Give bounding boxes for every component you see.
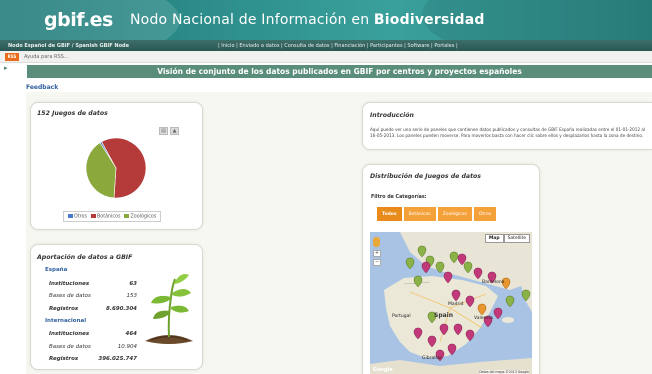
map-zoom-controls: + − xyxy=(373,237,381,268)
legend-item[interactable]: Otros xyxy=(68,213,87,220)
stat-label: Bases de datos xyxy=(49,293,91,299)
filter-tab-zoological[interactable]: Zoológicos xyxy=(437,207,472,221)
stat-value: 464 xyxy=(125,331,137,337)
datasets-map[interactable]: + − Map Satellite Barcelona Madrid Spain… xyxy=(370,232,532,374)
legend-label: Otros xyxy=(74,214,87,220)
map-type-toggle: Map Satellite xyxy=(484,234,530,243)
site-title-emphasis: Biodiversidad xyxy=(373,12,485,28)
introduction-text: Aquí puede ver una serie de paneles que … xyxy=(370,127,646,138)
distribution-panel[interactable]: Distribución de Juegos de datos Filtro d… xyxy=(362,164,540,374)
legend-swatch xyxy=(68,213,73,218)
chart-legend: Otros Botánicos Zoológicos xyxy=(63,211,162,222)
legend-item[interactable]: Zoológicos xyxy=(124,213,157,220)
map-label-spain: Spain xyxy=(434,312,453,319)
header-banner: gbif.es Nodo Nacional de Información en … xyxy=(0,0,652,40)
feedback-link[interactable]: Feedback xyxy=(26,84,58,91)
zoom-out-button[interactable]: − xyxy=(373,259,381,266)
gbif-logo[interactable]: gbif.es xyxy=(44,8,113,32)
stat-value: 153 xyxy=(126,293,138,299)
datasets-pie-chart xyxy=(85,137,147,199)
export-icon[interactable]: ▲ xyxy=(170,127,179,135)
contribution-panel[interactable]: Aportación de datos a GBIF España Instit… xyxy=(30,244,203,370)
stat-label: Bases de datos xyxy=(49,344,91,350)
stat-value: 10.904 xyxy=(117,344,137,350)
rss-help-link[interactable]: Ayuda para RSS... xyxy=(24,54,69,60)
map-label-madrid: Madrid xyxy=(448,302,464,307)
street-view-icon[interactable] xyxy=(373,237,380,247)
rss-button[interactable]: RSS xyxy=(5,52,19,61)
expand-arrow-icon[interactable]: ▸ xyxy=(4,64,8,72)
logo-text: gbif.es xyxy=(44,9,113,31)
seedling-illustration xyxy=(145,274,193,344)
stat-label: Registros xyxy=(49,356,79,362)
stat-row: Instituciones 464 xyxy=(49,331,137,337)
print-icon[interactable]: ▤ xyxy=(159,127,168,135)
stat-row: Registros 8.690.304 xyxy=(49,306,137,312)
chart-tools: ▤ ▲ xyxy=(159,127,179,135)
stat-row: Bases de datos 10.904 xyxy=(49,344,137,350)
node-label[interactable]: Nodo Español de GBIF / Spanish GBIF Node xyxy=(8,43,218,49)
international-group-label: Internacional xyxy=(45,318,87,324)
filter-tab-all[interactable]: Todos xyxy=(377,207,402,221)
zoom-in-button[interactable]: + xyxy=(373,250,381,257)
map-type-satellite[interactable]: Satellite xyxy=(503,234,530,243)
map-label-portugal: Portugal xyxy=(392,314,411,319)
map-label-valencia: Valencia xyxy=(474,316,493,321)
filter-tab-other[interactable]: Otros xyxy=(473,207,497,221)
introduction-panel[interactable]: Introducción Aquí puede ver una serie de… xyxy=(362,102,652,150)
stat-row: Registros 396.025.747 xyxy=(49,356,137,362)
filter-tab-botanical[interactable]: Botánicos xyxy=(403,207,436,221)
legend-label: Botánicos xyxy=(96,214,121,220)
stat-row: Instituciones 63 xyxy=(49,281,137,287)
stat-value: 396.025.747 xyxy=(98,356,137,362)
top-navbar: Nodo Español de GBIF / Spanish GBIF Node… xyxy=(0,40,652,51)
legend-swatch xyxy=(124,213,130,218)
nav-links[interactable]: | Inicio | Enviado a datos | Consulta de… xyxy=(218,43,458,49)
legend-swatch xyxy=(90,213,96,218)
google-logo: Google xyxy=(373,367,393,373)
page-title: Visión de conjunto de los datos publicad… xyxy=(27,65,652,78)
map-type-map[interactable]: Map xyxy=(484,234,504,243)
contribution-title: Aportación de datos a GBIF xyxy=(37,254,133,261)
site-title: Nodo Nacional de Información en Biodiver… xyxy=(130,12,485,28)
datasets-panel[interactable]: 152 Juegos de datos ▤ ▲ Otros Botánicos Zo… xyxy=(30,102,203,230)
legend-label: Zoológicos xyxy=(130,214,157,220)
stat-label: Instituciones xyxy=(49,281,90,287)
site-title-prefix: Nodo Nacional de Información en xyxy=(130,12,374,28)
spain-group-label: España xyxy=(45,267,68,273)
stat-row: Bases de datos 153 xyxy=(49,293,137,299)
datasets-title: 152 Juegos de datos xyxy=(37,110,108,117)
map-label-gibraltar: Gibraltar xyxy=(422,356,442,361)
filter-label: Filtro de Categorías: xyxy=(371,195,427,200)
distribution-title: Distribución de Juegos de datos xyxy=(370,173,481,180)
stat-value: 8.690.304 xyxy=(106,306,137,312)
introduction-title: Introducción xyxy=(370,112,414,119)
category-filter-tabs: Todos Botánicos Zoológicos Otros xyxy=(377,207,497,221)
stat-label: Registros xyxy=(49,306,79,312)
map-label-barcelona: Barcelona xyxy=(482,280,505,285)
legend-item[interactable]: Botánicos xyxy=(90,213,121,220)
stat-value: 63 xyxy=(129,281,137,287)
stat-label: Instituciones xyxy=(49,331,90,337)
map-attribution[interactable]: Datos del mapa ©2013 Google xyxy=(479,370,529,374)
rss-bar: RSS Ayuda para RSS... xyxy=(0,51,652,63)
